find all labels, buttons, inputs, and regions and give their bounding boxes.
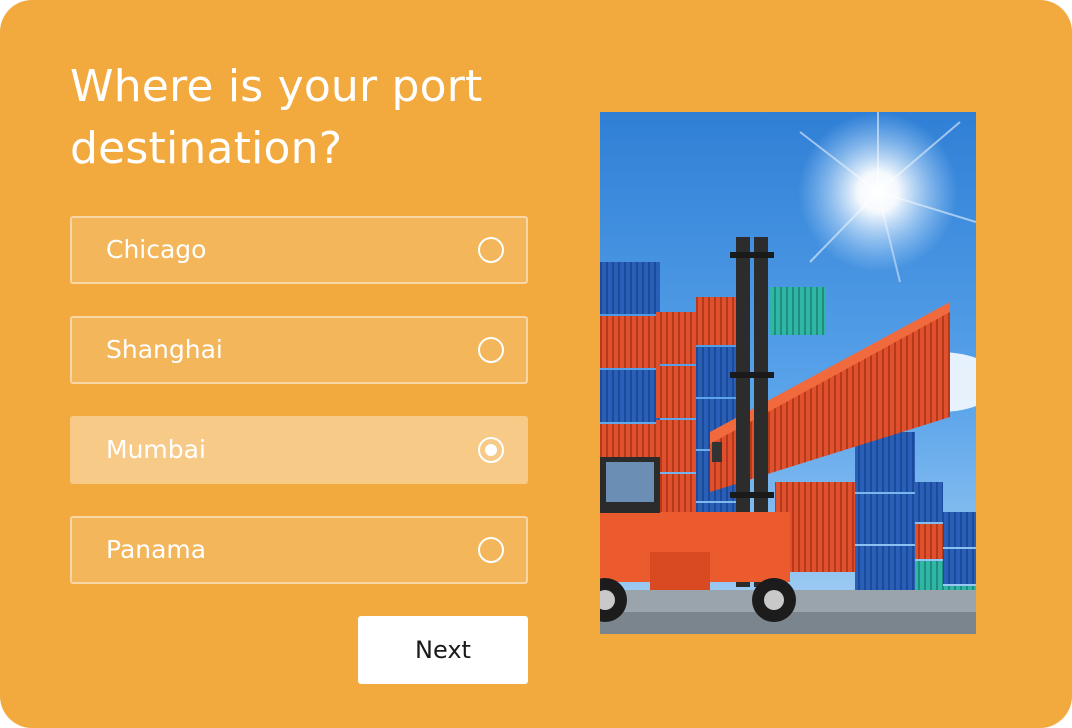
radio-unchecked-icon[interactable]: [478, 337, 504, 363]
container-port-photo: [600, 112, 976, 634]
option-chicago[interactable]: Chicago: [70, 216, 528, 284]
radio-unchecked-icon[interactable]: [478, 237, 504, 263]
next-button[interactable]: Next: [358, 616, 528, 684]
radio-checked-icon[interactable]: [478, 437, 504, 463]
option-label: Chicago: [106, 235, 207, 264]
radio-unchecked-icon[interactable]: [478, 537, 504, 563]
option-label: Panama: [106, 535, 207, 564]
option-label: Mumbai: [106, 435, 206, 464]
question-title: Where is your port destination?: [70, 61, 483, 174]
option-label: Shanghai: [106, 335, 223, 364]
option-mumbai[interactable]: Mumbai: [70, 416, 528, 484]
option-panama[interactable]: Panama: [70, 516, 528, 584]
survey-card: Where is your port destination? Chicago …: [0, 0, 1072, 728]
option-shanghai[interactable]: Shanghai: [70, 316, 528, 384]
radio-dot: [485, 444, 497, 456]
